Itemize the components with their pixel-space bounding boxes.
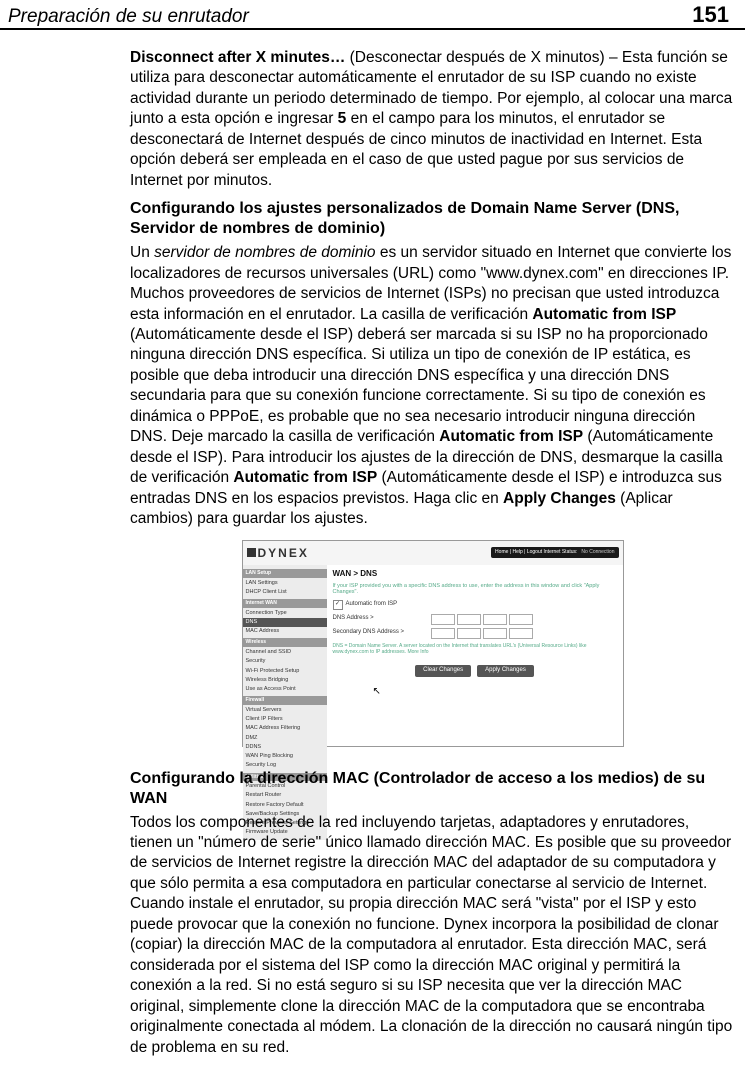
bold-auto-isp-1: Automatic from ISP (532, 306, 676, 323)
bold-auto-isp-3: Automatic from ISP (233, 469, 377, 486)
side-item: Wi-Fi Protected Setup (243, 667, 327, 676)
section-title: Preparación de su enrutador (8, 6, 249, 28)
side-item: Use as Access Point (243, 685, 327, 694)
side-item: LAN Settings (243, 579, 327, 588)
cursor-icon: ↖ (373, 685, 657, 698)
side-item: Virtual Servers (243, 706, 327, 715)
embedded-screenshot: DYNEX Home | Help | Logout Internet Stat… (130, 540, 735, 747)
mock-dns-row: DNS Address > (333, 614, 617, 625)
side-item: Connection Type (243, 609, 327, 618)
page-content: Disconnect after X minutes… (Desconectar… (0, 30, 745, 1082)
paragraph-dns: Un servidor de nombres de dominio es un … (130, 243, 735, 529)
bold-apply-changes: Apply Changes (503, 490, 616, 507)
page-header: Preparación de su enrutador 151 (0, 0, 745, 30)
mock-main: WAN > DNS If your ISP provided you with … (327, 565, 623, 840)
page-number: 151 (692, 2, 729, 28)
side-item: Channel and SSID (243, 648, 327, 657)
five-bold: 5 (338, 110, 347, 127)
router-admin-ui: DYNEX Home | Help | Logout Internet Stat… (242, 540, 624, 747)
text: Un (130, 244, 154, 261)
side-item: DDNS (243, 743, 327, 752)
side-item: MAC Address (243, 627, 327, 636)
mock-ip-input[interactable] (431, 628, 533, 639)
mock-dns2-row: Secondary DNS Address > (333, 628, 617, 639)
mock-check-label: Automatic from ISP (346, 601, 398, 609)
side-item: Client IP Filters (243, 715, 327, 724)
logo: DYNEX (247, 543, 309, 563)
side-item: WAN Ping Blocking (243, 752, 327, 761)
side-cat: Internet WAN (243, 599, 327, 608)
side-cat: Wireless (243, 638, 327, 647)
mock-dns2-label: Secondary DNS Address > (333, 629, 428, 637)
mock-header: DYNEX Home | Help | Logout Internet Stat… (243, 541, 623, 565)
italic-term: servidor de nombres de dominio (154, 244, 375, 261)
paragraph-mac: Todos los componentes de la red incluyen… (130, 813, 735, 1058)
mock-ip-input[interactable] (431, 614, 533, 625)
nav-links: Home | Help | Logout Internet Status: (495, 549, 577, 556)
lead-bold: Disconnect after X minutes… (130, 49, 345, 66)
side-item: DMZ (243, 734, 327, 743)
side-item: Restore Factory Default (243, 801, 327, 810)
side-cat: Firewall (243, 696, 327, 705)
apply-changes-button[interactable]: Apply Changes (477, 665, 534, 677)
side-item-active: DNS (243, 618, 327, 627)
side-item: MAC Address Filtering (243, 724, 327, 733)
paragraph-disconnect: Disconnect after X minutes… (Desconectar… (130, 48, 735, 191)
subheading-dns: Configurando los ajustes personalizados … (130, 199, 735, 239)
side-item: Security (243, 657, 327, 666)
side-cat: LAN Setup (243, 569, 327, 578)
side-item: Restart Router (243, 791, 327, 800)
side-item: DHCP Client List (243, 588, 327, 597)
nav-status: No Connection (581, 549, 614, 556)
mock-intro: If your ISP provided you with a specific… (333, 583, 617, 596)
bold-auto-isp-2: Automatic from ISP (439, 428, 583, 445)
clear-changes-button[interactable]: Clear Changes (415, 665, 471, 677)
side-item: Wireless Bridging (243, 676, 327, 685)
mock-nav: Home | Help | Logout Internet Status: No… (491, 547, 618, 558)
mock-footnote: DNS = Domain Name Server. A server locat… (333, 643, 617, 655)
mock-title: WAN > DNS (333, 569, 617, 580)
mock-dns1-label: DNS Address > (333, 615, 428, 623)
mock-sidebar: LAN Setup LAN Settings DHCP Client List … (243, 565, 327, 840)
checkbox-icon[interactable]: ✓ (333, 600, 343, 610)
mock-auto-isp-check[interactable]: ✓ Automatic from ISP (333, 600, 617, 610)
